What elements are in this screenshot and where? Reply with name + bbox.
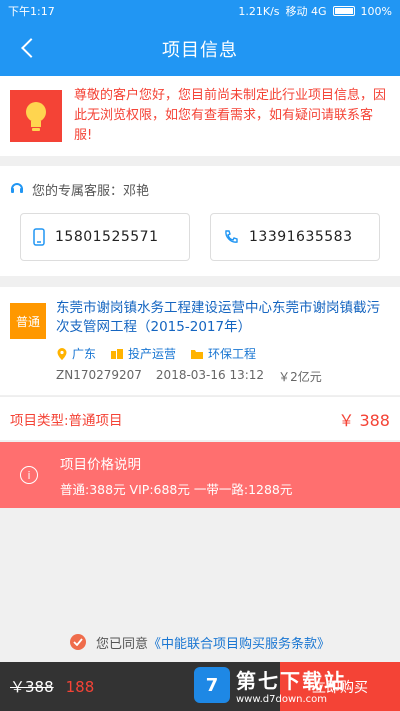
- mobile-icon: [33, 228, 45, 246]
- project-code: ZN170279207: [56, 368, 142, 382]
- agent-label: 您的专属客服：邓艳: [32, 184, 150, 199]
- agreement-line: 您已同意 《中能联合项目购买服务条款》: [0, 630, 400, 654]
- project-header: 普通 东莞市谢岗镇水务工程建设运营中心东莞市谢岗镇截污次支管网工程（2015-2…: [10, 299, 390, 339]
- folder-icon: [191, 349, 204, 359]
- headset-icon: [10, 181, 24, 199]
- building-icon: [111, 348, 124, 359]
- network-speed: 1.21K/s: [238, 4, 280, 18]
- terms-link[interactable]: 《中能联合项目购买服务条款》: [148, 633, 330, 652]
- battery-level: 100%: [360, 4, 392, 18]
- project-type-label: 项目类型:普通项目: [10, 412, 123, 429]
- price-info-title: 项目价格说明: [60, 456, 141, 473]
- back-arrow-icon[interactable]: [18, 36, 42, 62]
- watermark-name: 第七下载站: [236, 669, 346, 693]
- tag-industry: 环保工程: [190, 345, 256, 362]
- permission-notice: 尊敬的客户您好，您目前尚未制定此行业项目信息，因此无浏览权限，如您有查看需求，如…: [0, 76, 400, 156]
- watermark-logo: 7: [194, 667, 230, 703]
- discount-price: 188: [65, 677, 95, 696]
- tag-stage-label: 投产运营: [128, 347, 177, 361]
- tag-region-label: 广东: [72, 347, 97, 361]
- tag-industry-label: 环保工程: [208, 347, 257, 361]
- info-icon: i: [20, 466, 38, 484]
- project-card[interactable]: 普通 东莞市谢岗镇水务工程建设运营中心东莞市谢岗镇截污次支管网工程（2015-2…: [0, 287, 400, 395]
- phone-row: 15801525571 13391635583: [0, 213, 400, 261]
- status-bar: 下午1:17 1.21K/s 移动 4G 100%: [0, 0, 400, 22]
- project-amount: ￥2亿元: [278, 370, 322, 384]
- phone-icon: [225, 230, 238, 243]
- agent-line: 您的专属客服：邓艳: [0, 166, 400, 199]
- price-info-banner: i 项目价格说明 普通:388元 VIP:688元 一带一路:1288元: [0, 442, 400, 508]
- project-meta: ZN170279207 2018-03-16 13:12 ￥2亿元: [56, 368, 390, 385]
- project-badge: 普通: [10, 303, 46, 339]
- landline-number: 13391635583: [249, 229, 353, 245]
- project-price: ￥ 388: [338, 410, 390, 430]
- page-title: 项目信息: [162, 40, 238, 61]
- carrier-label: 移动 4G: [285, 5, 327, 18]
- project-title: 东莞市谢岗镇水务工程建设运营中心东莞市谢岗镇截污次支管网工程（2015-2017…: [56, 300, 380, 335]
- tag-stage: 投产运营: [110, 345, 176, 362]
- lightbulb-icon: [10, 90, 62, 142]
- site-watermark: 7 第七下载站 www.d7down.com: [194, 660, 394, 710]
- landline-phone-button[interactable]: 13391635583: [210, 213, 380, 261]
- agreement-prefix: 您已同意: [95, 636, 148, 652]
- status-right: 1.21K/s 移动 4G 100%: [238, 3, 392, 19]
- notice-text: 尊敬的客户您好，您目前尚未制定此行业项目信息，因此无浏览权限，如您有查看需求，如…: [74, 88, 387, 143]
- status-time: 下午1:17: [8, 5, 55, 18]
- nav-bar: 项目信息: [0, 22, 400, 76]
- battery-icon: [332, 6, 355, 16]
- price-info-detail: 普通:388元 VIP:688元 一带一路:1288元: [60, 481, 293, 497]
- mobile-phone-button[interactable]: 15801525571: [20, 213, 190, 261]
- watermark-text: 第七下载站 www.d7down.com: [236, 665, 346, 705]
- watermark-url: www.d7down.com: [236, 694, 328, 705]
- project-type-line: 项目类型:普通项目 ￥ 388: [0, 396, 400, 440]
- price-info-text: 项目价格说明 普通:388元 VIP:688元 一带一路:1288元: [60, 453, 292, 498]
- agent-section: 您的专属客服：邓艳 15801525571 13391635583: [0, 166, 400, 276]
- tag-region: 广东: [56, 345, 96, 362]
- checkmark-icon[interactable]: [69, 634, 86, 650]
- mobile-number: 15801525571: [55, 229, 159, 245]
- project-datetime: 2018-03-16 13:12: [155, 368, 265, 382]
- location-icon: [57, 347, 67, 360]
- original-price: ￥388: [10, 678, 54, 696]
- project-tags: 广东 投产运营 环保工程: [56, 345, 390, 362]
